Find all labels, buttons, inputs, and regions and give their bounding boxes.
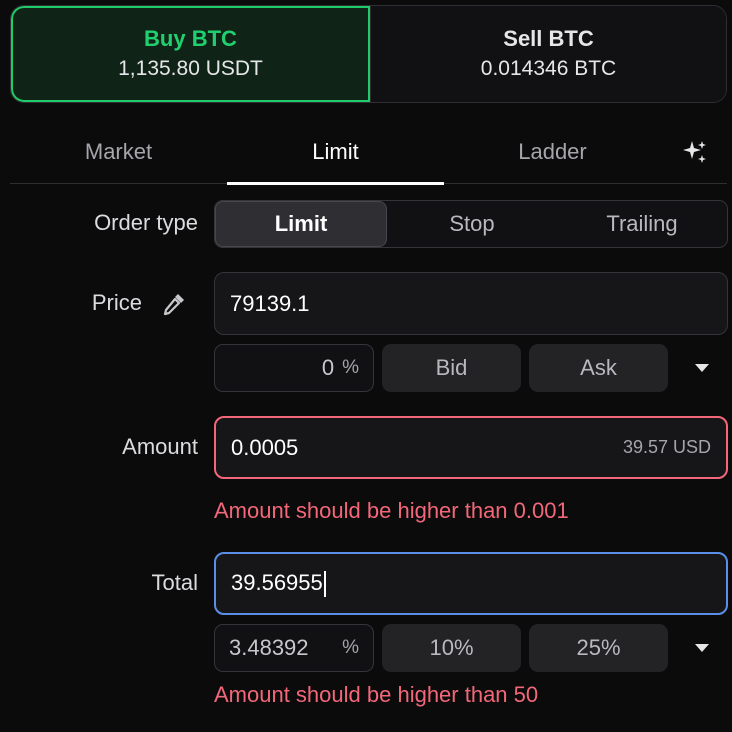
price-offset-input[interactable]: 0 % <box>214 344 374 392</box>
sparkles-icon <box>683 140 706 163</box>
ask-button[interactable]: Ask <box>529 344 668 392</box>
sell-label: Sell BTC <box>503 26 594 51</box>
order-type-limit[interactable]: Limit <box>215 201 387 247</box>
percent-10-button[interactable]: 10% <box>382 624 521 672</box>
total-value: 39.56955 <box>231 569 323 595</box>
price-picker-button[interactable] <box>160 290 188 323</box>
price-value: 79139.1 <box>230 290 310 316</box>
total-input[interactable]: 39.56955 <box>214 552 728 615</box>
buy-sell-toggle: Buy BTC 1,135.80 USDT Sell BTC 0.014346 … <box>10 5 727 103</box>
price-input[interactable]: 79139.1 <box>214 272 728 335</box>
amount-input[interactable]: 0.0005 39.57 USD <box>214 416 728 479</box>
total-percent-input[interactable]: 3.48392 % <box>214 624 374 672</box>
percent-25-button[interactable]: 25% <box>529 624 668 672</box>
percent-unit: % <box>342 637 359 658</box>
order-type-label: Order type <box>94 210 198 235</box>
buy-label: Buy BTC <box>144 26 237 51</box>
sparkles-button[interactable] <box>661 120 727 183</box>
bid-button[interactable]: Bid <box>382 344 521 392</box>
tab-ladder[interactable]: Ladder <box>444 120 661 183</box>
order-mode-tabs: Market Limit Ladder <box>10 120 727 185</box>
buy-balance: 1,135.80 USDT <box>118 57 263 80</box>
chevron-down-icon <box>695 364 709 372</box>
total-error-message: Amount should be higher than 50 <box>214 682 539 707</box>
order-type-trailing[interactable]: Trailing <box>557 201 727 247</box>
eyedropper-icon <box>163 294 184 316</box>
tab-market[interactable]: Market <box>10 120 227 183</box>
amount-usd-equivalent: 39.57 USD <box>622 437 711 457</box>
amount-label: Amount <box>122 434 198 459</box>
chevron-down-icon <box>695 644 709 652</box>
price-label: Price <box>91 290 142 315</box>
price-options-toggle[interactable] <box>690 358 714 378</box>
total-label: Total <box>151 570 198 595</box>
total-options-toggle[interactable] <box>690 638 714 658</box>
sell-balance: 0.014346 BTC <box>480 57 617 80</box>
amount-error-message: Amount should be higher than 0.001 <box>214 498 569 523</box>
total-percent-value: 3.48392 <box>229 635 309 660</box>
percent-unit: % <box>342 357 359 378</box>
tab-limit[interactable]: Limit <box>227 120 444 185</box>
order-type-stop[interactable]: Stop <box>387 201 557 247</box>
buy-button[interactable]: Buy BTC 1,135.80 USDT <box>11 6 370 102</box>
sell-button[interactable]: Sell BTC 0.014346 BTC <box>370 6 726 102</box>
amount-value: 0.0005 <box>231 434 299 460</box>
order-type-selector: Limit Stop Trailing <box>214 200 728 248</box>
text-cursor <box>323 571 326 598</box>
price-offset-value: 0 <box>321 355 335 380</box>
